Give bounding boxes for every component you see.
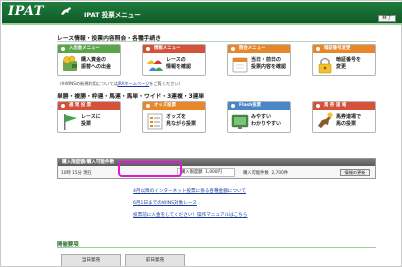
purchase-limit-highlight [118,161,182,177]
normal-bet-card[interactable]: 通 常 投 票 レースに 投票 [57,101,121,133]
no1-horse-icon [318,112,333,128]
page-title: IPAT 投票メニュー [84,11,141,19]
available-count: 購入可能件数 2,700件 [243,171,289,176]
bottom-divider [57,247,376,248]
coin-wallet-icon [63,55,77,71]
baken-dojo-card[interactable]: 馬 券 道 場 馬券道場で 馬の投票 [312,101,376,133]
wins-note: （※WINSの新規利用についてはJRAホームページをご覧ください） [57,81,183,86]
card-header: 通 常 投 票 [58,102,120,110]
tab-previous-day-sales[interactable]: 前日発売 [125,254,185,266]
news-link[interactable]: 4月以降のインターネット投票に係る各種金額について [133,188,246,194]
card-header: 暗証番号変更 [313,45,375,53]
card-header: 情報メニュー [143,45,205,53]
logout-button[interactable]: 終了 [378,15,396,22]
horse-logo-icon [61,7,71,15]
card-header: 照会メニュー [228,45,290,53]
card-header: Flash投票 [228,102,290,110]
info-menu-card[interactable]: 情報メニュー レースの 情報を確認 [142,44,206,76]
section-divider [57,41,376,42]
odds-bet-card[interactable]: オッズ投票 オッズを 見ながら投票 [142,101,206,133]
news-link[interactable]: 6月1日までのWINS対象レース [133,200,197,206]
card-header: 入出金メニュー [58,45,120,53]
inquiry-menu-card[interactable]: 照会メニュー 当日・前日の 投票内容を確認 [227,44,291,76]
section-title-betting: 単勝・複勝・枠連・馬連・馬単・ワイド・3連複・3連単 [57,94,205,100]
current-time: 10時 15分 現在 [61,171,92,176]
purchase-limit-value: 1,000円 [205,170,222,175]
card-header: オッズ投票 [143,102,205,110]
racing-caps-icon [147,60,163,71]
purchase-box-title: 購入限度額/購入可能件数 [58,159,375,166]
header-bar: IPAT IPAT 投票メニュー 終了 [2,2,402,23]
card-header: 馬 券 道 場 [313,102,375,110]
green-flag-icon [64,114,77,130]
header-divider [2,23,402,25]
jra-homepage-link[interactable]: JRAホームページ [118,81,150,86]
padlock-icon [318,57,332,74]
update-info-button[interactable]: 情報の更新 [340,169,370,176]
calendar-icon [232,57,248,73]
flash-bet-card[interactable]: Flash投票 みやすい わかりやすい [227,101,291,133]
deposit-menu-card[interactable]: 入出金メニュー 購入資金の 振替への出金 [57,44,121,76]
flash-screen-icon [231,114,249,129]
odds-list-icon [147,113,163,130]
ipat-logo[interactable]: IPAT [8,4,44,19]
ipat-window: IPAT IPAT 投票メニュー 終了 レース情報・投票内容照会・各種手続き 入… [0,0,402,267]
purchase-limit-field: 購入限度額 1,000円 [177,168,235,177]
news-link[interactable]: 投票前に入金をしてください！操作マニュアルはこちら [133,212,247,218]
purchase-limit-box: 購入限度額/購入可能件数 10時 15分 現在 購入限度額 1,000円 購入可… [57,158,376,179]
pin-change-card[interactable]: 暗証番号変更 暗証番号を 変更 [312,44,376,76]
tab-today-sales[interactable]: 当日発売 [61,254,121,266]
